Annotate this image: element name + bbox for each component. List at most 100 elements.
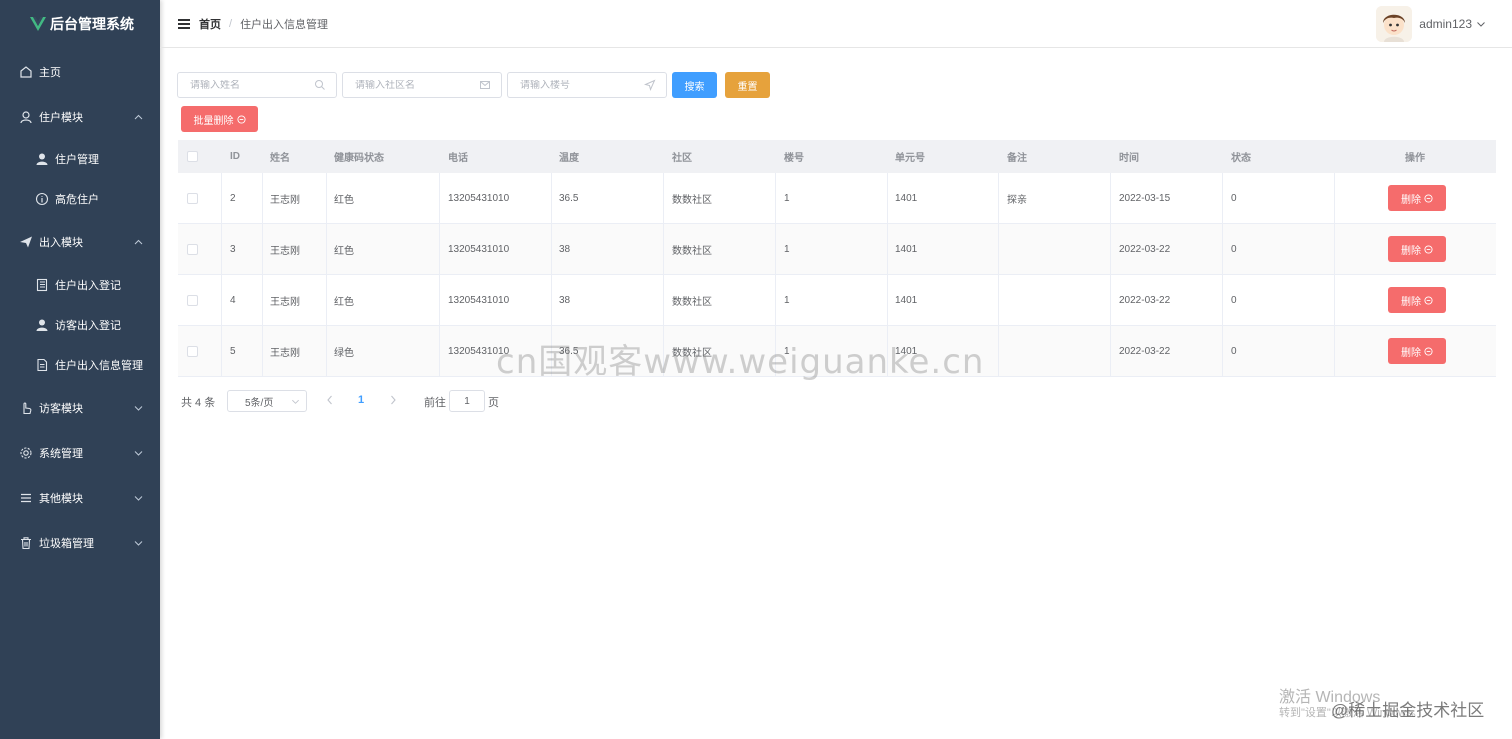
breadcrumb: 首页 / 住户出入信息管理 <box>199 16 328 32</box>
column-header-time: 时间 <box>1119 153 1139 164</box>
breadcrumb-current: 住户出入信息管理 <box>240 18 329 31</box>
sidebar-item-trash-management[interactable]: 垃圾箱管理 <box>0 523 160 563</box>
sidebar-item-resident-access-register[interactable]: 住户出入登记 <box>0 265 160 305</box>
page-number-current[interactable]: 1 <box>358 394 364 406</box>
sidebar-item-label: 主页 <box>39 67 61 79</box>
sidebar-item-resident-management[interactable]: 住户管理 <box>0 139 160 179</box>
sidebar-item-label: 住户出入登记 <box>55 280 121 292</box>
sidebar-item-label: 住户出入信息管理 <box>55 360 143 372</box>
select-all-checkbox[interactable] <box>187 140 198 173</box>
chevron-down-icon <box>292 399 299 404</box>
batch-delete-label: 批量删除 <box>193 115 234 127</box>
sidebar-item-label: 出入模块 <box>39 237 83 249</box>
goto-label: 前往 <box>424 397 446 409</box>
sidebar: 后台管理系统 主页 住户模块 住户管理 高危住户 出入模块 住户出入登记 访客出… <box>0 0 160 739</box>
pagination-total: 共 4 条 <box>181 397 216 409</box>
app-title: 后台管理系统 <box>50 16 134 32</box>
search-icon <box>315 80 325 90</box>
user-filled-icon <box>36 319 48 331</box>
hamburger-icon[interactable] <box>178 18 190 29</box>
chevron-down-icon[interactable] <box>1476 19 1486 29</box>
top-navbar: 首页 / 住户出入信息管理 admin123 <box>160 0 1512 48</box>
cell-time: 2022-03-22 <box>1119 346 1171 357</box>
delete-icon <box>21 537 31 550</box>
search-button[interactable]: 搜索 <box>672 72 717 98</box>
cell-name: 王志刚 <box>270 297 300 308</box>
sidebar-item-high-risk-residents[interactable]: 高危住户 <box>0 179 160 219</box>
cell-time: 2022-03-22 <box>1119 244 1171 255</box>
sidebar-item-label: 访客出入登记 <box>55 320 121 332</box>
cell-name: 王志刚 <box>270 195 300 206</box>
table-row: 2 王志刚 红色 13205431010 36.5 数数社区 1 1401 探亲… <box>178 173 1496 224</box>
building-search-input[interactable] <box>520 79 644 91</box>
building-search-field[interactable] <box>507 72 667 98</box>
avatar[interactable] <box>1376 6 1413 42</box>
sidebar-item-home[interactable]: 主页 <box>0 52 160 92</box>
cell-phone: 13205431010 <box>448 193 510 204</box>
chevron-down-icon <box>133 538 143 548</box>
table-row: 3 王志刚 红色 13205431010 38 数数社区 1 1401 2022… <box>178 224 1496 275</box>
delete-button[interactable]: 删除 <box>1388 185 1446 211</box>
goto-page-input[interactable]: 1 <box>449 390 485 412</box>
sidebar-item-system-management[interactable]: 系统管理 <box>0 433 160 473</box>
delete-button[interactable]: 删除 <box>1388 287 1446 313</box>
sidebar-item-resident-module[interactable]: 住户模块 <box>0 97 160 137</box>
cell-phone: 13205431010 <box>448 295 510 306</box>
page-size-select[interactable]: 5条/页 <box>227 390 307 412</box>
row-checkbox[interactable] <box>187 224 198 275</box>
sidebar-item-visitor-access-register[interactable]: 访客出入登记 <box>0 305 160 345</box>
home-icon <box>20 66 32 78</box>
column-header-id: ID <box>230 151 240 162</box>
column-header-health: 健康码状态 <box>334 153 384 164</box>
sidebar-item-other-module[interactable]: 其他模块 <box>0 478 160 518</box>
sidebar-item-visitor-module[interactable]: 访客模块 <box>0 388 160 428</box>
sidebar-item-label: 访客模块 <box>39 403 83 415</box>
row-checkbox[interactable] <box>187 173 198 224</box>
breadcrumb-separator: / <box>229 17 233 30</box>
sidebar-item-access-module[interactable]: 出入模块 <box>0 222 160 262</box>
name-search-input[interactable] <box>190 79 314 91</box>
cell-id: 3 <box>230 244 236 255</box>
cell-community: 数数社区 <box>672 246 712 257</box>
delete-button[interactable]: 删除 <box>1388 338 1446 364</box>
column-header-temperature: 温度 <box>559 153 579 164</box>
chevron-down-icon <box>133 493 143 503</box>
cell-community: 数数社区 <box>672 195 712 206</box>
row-checkbox[interactable] <box>187 326 198 377</box>
menu-icon <box>21 493 31 503</box>
page-size-value: 5条/页 <box>245 397 274 409</box>
cell-status: 0 <box>1231 346 1237 357</box>
cell-time: 2022-03-22 <box>1119 295 1171 306</box>
remove-outline-icon <box>236 114 246 124</box>
chevron-down-icon <box>133 448 143 458</box>
vue-logo-icon <box>30 17 46 31</box>
delete-button[interactable]: 删除 <box>1388 236 1446 262</box>
username[interactable]: admin123 <box>1419 17 1472 31</box>
cell-name: 王志刚 <box>270 246 300 257</box>
column-header-community: 社区 <box>672 153 692 164</box>
cell-temperature: 36.5 <box>559 193 579 204</box>
batch-delete-button[interactable]: 批量删除 <box>181 106 258 132</box>
setting-icon <box>20 447 32 459</box>
cell-health: 绿色 <box>334 348 354 359</box>
prev-page-icon[interactable] <box>325 394 335 406</box>
community-search-input[interactable] <box>355 79 479 91</box>
row-checkbox[interactable] <box>187 275 198 326</box>
breadcrumb-home[interactable]: 首页 <box>199 16 221 32</box>
user-dropdown[interactable]: admin123 <box>1376 6 1512 42</box>
notebook-icon <box>36 278 48 292</box>
reset-button[interactable]: 重置 <box>725 72 770 98</box>
name-search-field[interactable] <box>177 72 337 98</box>
cell-id: 5 <box>230 346 236 357</box>
next-page-icon[interactable] <box>388 394 398 406</box>
cell-name: 王志刚 <box>270 348 300 359</box>
cell-status: 0 <box>1231 295 1237 306</box>
info-circle-icon <box>35 192 49 206</box>
app-logo[interactable]: 后台管理系统 <box>0 0 160 48</box>
remove-outline-icon <box>1424 244 1433 254</box>
cell-phone: 13205431010 <box>448 244 510 255</box>
watermark-center: cn国观客www.weiguanke.cn <box>496 342 985 382</box>
sidebar-item-resident-access-info[interactable]: 住户出入信息管理 <box>0 345 160 385</box>
cell-status: 0 <box>1231 193 1237 204</box>
community-search-field[interactable] <box>342 72 502 98</box>
